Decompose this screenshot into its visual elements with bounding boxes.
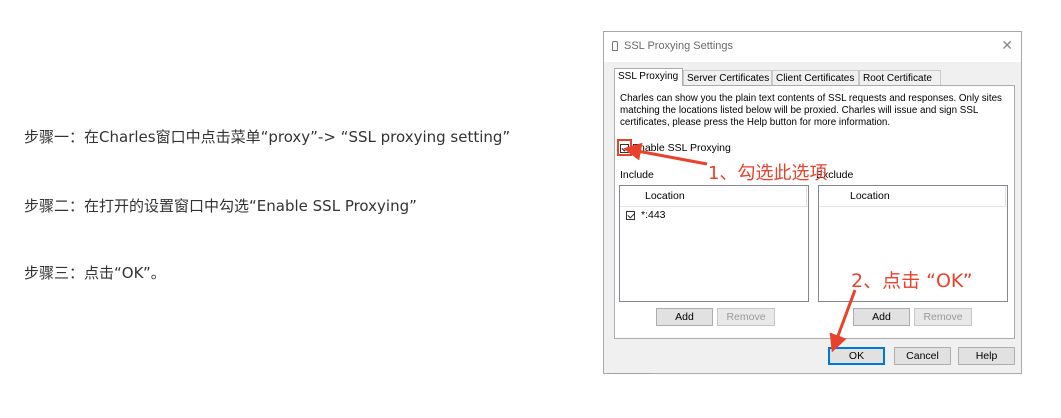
tab-root-certificate[interactable]: Root Certificate: [859, 70, 941, 85]
include-row-location: *:443: [641, 209, 666, 221]
step-three-prefix: 步骤三：: [24, 264, 85, 282]
ssl-proxying-settings-dialog: SSL Proxying Settings ✕ SSL Proxying Ser…: [603, 31, 1022, 374]
enable-ssl-proxying-label: Enable SSL Proxying: [632, 142, 731, 154]
lock-icon: [612, 41, 618, 51]
partial-text-fragment: [608, 370, 652, 375]
include-row-checkbox[interactable]: [626, 210, 635, 220]
annotation-step2: 2、点击 “OK”: [851, 270, 973, 292]
include-add-button[interactable]: Add: [656, 308, 713, 326]
step-three-text: 点击“OK”。: [84, 264, 166, 282]
include-remove-button[interactable]: Remove: [717, 308, 775, 326]
annotation-step1: 1、勾选此选项: [708, 163, 828, 184]
step-one-text: 在Charles窗口中点击菜单“proxy”-> “SSL proxying s…: [84, 128, 511, 146]
title-bar[interactable]: SSL Proxying Settings ✕: [604, 32, 1021, 62]
exclude-add-button[interactable]: Add: [853, 308, 910, 326]
ok-button[interactable]: OK: [828, 347, 885, 365]
help-button[interactable]: Help: [958, 347, 1015, 365]
exclude-remove-button[interactable]: Remove: [914, 308, 972, 326]
annotation-highlight-box: [617, 139, 632, 156]
cancel-button[interactable]: Cancel: [894, 347, 951, 365]
description-text: Charles can show you the plain text cont…: [620, 93, 1002, 128]
ssl-proxying-panel: Charles can show you the plain text cont…: [614, 85, 1015, 339]
include-location-column-header[interactable]: Location: [623, 186, 807, 206]
include-label: Include: [620, 169, 654, 181]
exclude-list-header: Location: [819, 186, 1007, 207]
exclude-location-column-header[interactable]: Location: [822, 186, 1006, 206]
tab-client-certificates[interactable]: Client Certificates: [772, 70, 859, 85]
include-list[interactable]: Location *:443: [619, 185, 809, 302]
list-item[interactable]: *:443: [626, 209, 666, 221]
enable-ssl-proxying-option[interactable]: Enable SSL Proxying: [620, 142, 731, 154]
step-two-text: 在打开的设置窗口中勾选“Enable SSL Proxying”: [84, 197, 417, 215]
step-one: 步骤一：在Charles窗口中点击菜单“proxy”-> “SSL proxyi…: [24, 126, 510, 147]
step-three: 步骤三：点击“OK”。: [24, 262, 166, 283]
step-two: 步骤二：在打开的设置窗口中勾选“Enable SSL Proxying”: [24, 195, 417, 216]
close-icon[interactable]: ✕: [1001, 37, 1013, 54]
tab-ssl-proxying[interactable]: SSL Proxying: [614, 68, 683, 86]
include-list-header: Location: [620, 186, 808, 207]
tab-server-certificates[interactable]: Server Certificates: [683, 70, 772, 85]
step-two-prefix: 步骤二：: [24, 197, 85, 215]
dialog-title: SSL Proxying Settings: [624, 40, 734, 52]
step-one-prefix: 步骤一：: [24, 128, 85, 146]
